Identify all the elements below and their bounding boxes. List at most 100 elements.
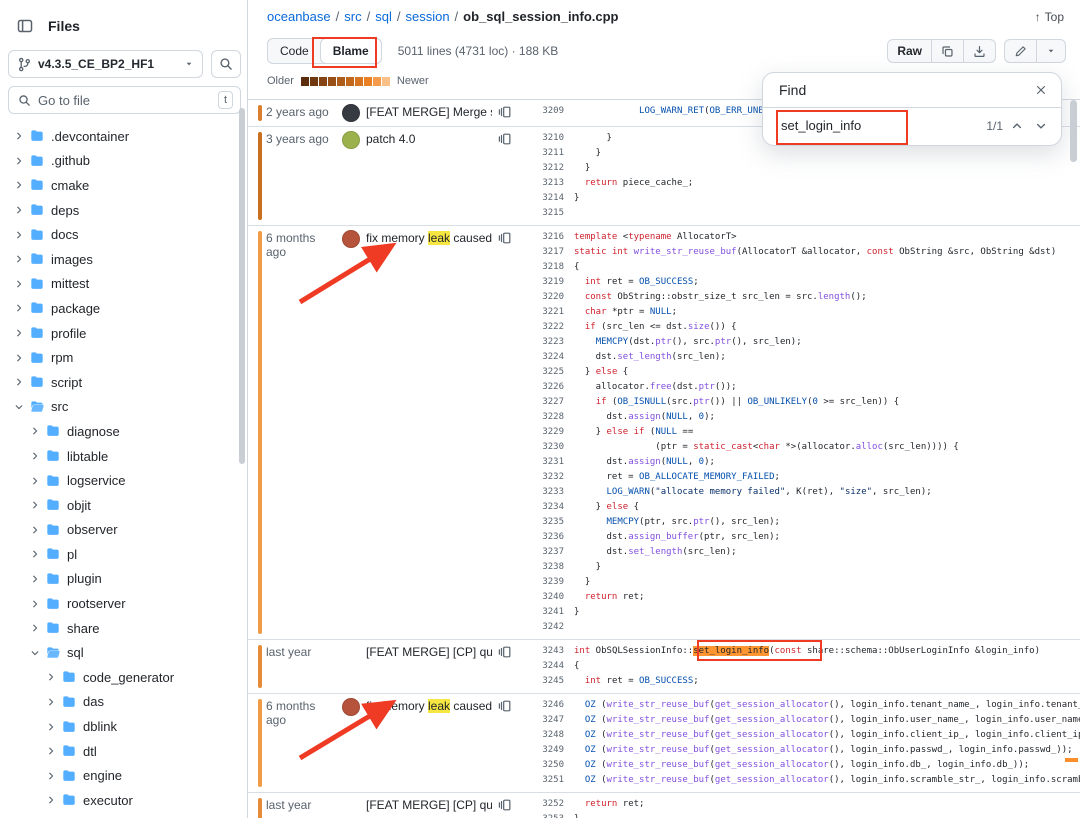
line-number[interactable]: 3234 <box>514 500 574 515</box>
commit-message[interactable]: [FEAT MERGE] [CP] query_inter... <box>366 645 492 659</box>
versions-icon[interactable] <box>498 798 514 812</box>
line-number[interactable]: 3247 <box>514 713 574 728</box>
commit-message[interactable]: [FEAT MERGE] [CP] query_inter... <box>366 798 492 812</box>
line-number[interactable]: 3227 <box>514 395 574 410</box>
line-number[interactable]: 3210 <box>514 131 574 146</box>
versions-icon[interactable] <box>498 231 514 245</box>
commit-message[interactable]: [FEAT MERGE] Merge syslog u... <box>366 105 492 119</box>
line-number[interactable]: 3224 <box>514 350 574 365</box>
chevron-up-icon[interactable] <box>1011 120 1023 132</box>
collapse-sidebar-icon[interactable] <box>12 13 38 39</box>
line-number[interactable]: 3228 <box>514 410 574 425</box>
line-number[interactable]: 3230 <box>514 440 574 455</box>
back-to-top-link[interactable]: ↑ Top <box>1035 10 1064 24</box>
commit-message[interactable]: fix memory leak caused by call... <box>366 231 492 245</box>
sidebar-item-docs[interactable]: docs <box>8 222 241 247</box>
close-icon[interactable] <box>1033 82 1049 98</box>
sidebar-item-dtl[interactable]: dtl <box>8 739 241 764</box>
sidebar-item-rootserver[interactable]: rootserver <box>8 591 241 616</box>
versions-icon[interactable] <box>498 699 514 713</box>
tab-blame[interactable]: Blame <box>319 38 382 64</box>
sidebar-item-profile[interactable]: profile <box>8 321 241 346</box>
edit-pencil-icon[interactable] <box>1005 40 1036 62</box>
raw-button[interactable]: Raw <box>888 40 931 62</box>
search-button[interactable] <box>211 50 241 78</box>
chevron-down-icon[interactable] <box>1035 120 1047 132</box>
breadcrumb-sql[interactable]: sql <box>375 9 392 24</box>
line-number[interactable]: 3246 <box>514 698 574 713</box>
sidebar-item-share[interactable]: share <box>8 616 241 641</box>
sidebar-item-sql[interactable]: sql <box>8 640 241 665</box>
sidebar-item-mittest[interactable]: mittest <box>8 272 241 297</box>
line-number[interactable]: 3239 <box>514 575 574 590</box>
avatar[interactable] <box>342 698 360 716</box>
download-icon[interactable] <box>963 40 995 62</box>
line-number[interactable]: 3221 <box>514 305 574 320</box>
line-number[interactable]: 3253 <box>514 812 574 818</box>
line-number[interactable]: 3250 <box>514 758 574 773</box>
line-number[interactable]: 3236 <box>514 530 574 545</box>
branch-selector[interactable]: v4.3.5_CE_BP2_HF1 <box>8 50 203 78</box>
sidebar-item-pl[interactable]: pl <box>8 542 241 567</box>
line-number[interactable]: 3209 <box>514 104 574 119</box>
sidebar-item-images[interactable]: images <box>8 247 241 272</box>
line-number[interactable]: 3231 <box>514 455 574 470</box>
sidebar-item-libtable[interactable]: libtable <box>8 444 241 469</box>
sidebar-item-devcontainer[interactable]: .devcontainer <box>8 124 241 149</box>
line-number[interactable]: 3229 <box>514 425 574 440</box>
sidebar-item-das[interactable]: das <box>8 690 241 715</box>
line-number[interactable]: 3214 <box>514 191 574 206</box>
sidebar-item-code-generator[interactable]: code_generator <box>8 665 241 690</box>
line-number[interactable]: 3251 <box>514 773 574 788</box>
tab-code[interactable]: Code <box>268 39 321 63</box>
line-number[interactable]: 3242 <box>514 620 574 635</box>
sidebar-scrollbar[interactable] <box>239 108 245 464</box>
sidebar-item-dblink[interactable]: dblink <box>8 714 241 739</box>
sidebar-item-deps[interactable]: deps <box>8 198 241 223</box>
line-number[interactable]: 3213 <box>514 176 574 191</box>
line-number[interactable]: 3220 <box>514 290 574 305</box>
line-number[interactable]: 3223 <box>514 335 574 350</box>
sidebar-item-diagnose[interactable]: diagnose <box>8 419 241 444</box>
avatar[interactable] <box>342 131 360 149</box>
sidebar-item-executor[interactable]: executor <box>8 788 241 813</box>
go-to-file-input[interactable]: Go to file t <box>8 86 241 114</box>
sidebar-item-logservice[interactable]: logservice <box>8 468 241 493</box>
line-number[interactable]: 3226 <box>514 380 574 395</box>
line-number[interactable]: 3215 <box>514 206 574 221</box>
commit-message[interactable]: patch 4.0 <box>366 132 492 146</box>
breadcrumb-session[interactable]: session <box>405 9 449 24</box>
line-number[interactable]: 3225 <box>514 365 574 380</box>
line-number[interactable]: 3232 <box>514 470 574 485</box>
sidebar-item-rpm[interactable]: rpm <box>8 345 241 370</box>
line-number[interactable]: 3216 <box>514 230 574 245</box>
sidebar-item-cmake[interactable]: cmake <box>8 173 241 198</box>
line-number[interactable]: 3241 <box>514 605 574 620</box>
line-number[interactable]: 3252 <box>514 797 574 812</box>
line-number[interactable]: 3235 <box>514 515 574 530</box>
sidebar-item-objit[interactable]: objit <box>8 493 241 518</box>
sidebar-item-monitor[interactable]: monitor <box>8 813 241 818</box>
line-number[interactable]: 3237 <box>514 545 574 560</box>
avatar[interactable] <box>342 230 360 248</box>
line-number[interactable]: 3240 <box>514 590 574 605</box>
line-number[interactable]: 3217 <box>514 245 574 260</box>
sidebar-item-package[interactable]: package <box>8 296 241 321</box>
versions-icon[interactable] <box>498 132 514 146</box>
versions-icon[interactable] <box>498 645 514 659</box>
versions-icon[interactable] <box>498 105 514 119</box>
line-number[interactable]: 3233 <box>514 485 574 500</box>
breadcrumb-src[interactable]: src <box>344 9 361 24</box>
line-number[interactable]: 3243 <box>514 644 574 659</box>
sidebar-item-plugin[interactable]: plugin <box>8 567 241 592</box>
line-number[interactable]: 3212 <box>514 161 574 176</box>
line-number[interactable]: 3218 <box>514 260 574 275</box>
line-number[interactable]: 3248 <box>514 728 574 743</box>
line-number[interactable]: 3249 <box>514 743 574 758</box>
page-scrollbar[interactable] <box>1070 100 1077 162</box>
line-number[interactable]: 3211 <box>514 146 574 161</box>
sidebar-item-observer[interactable]: observer <box>8 518 241 543</box>
line-number[interactable]: 3219 <box>514 275 574 290</box>
line-number[interactable]: 3245 <box>514 674 574 689</box>
edit-dropdown-caret-icon[interactable] <box>1036 40 1065 62</box>
